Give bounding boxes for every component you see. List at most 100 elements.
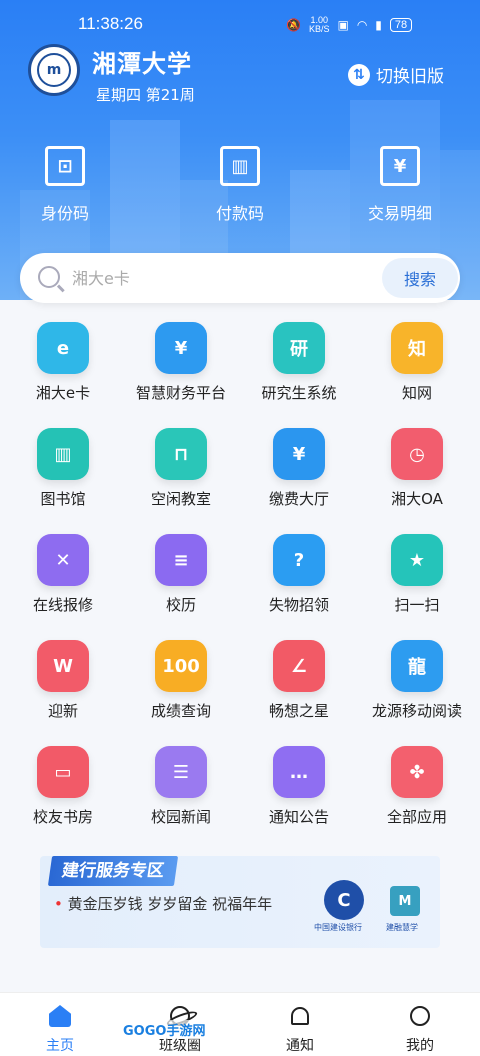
home-icon <box>47 1003 73 1029</box>
app-icon: ▭ <box>37 746 89 798</box>
app-label: 龙源移动阅读 <box>371 702 462 720</box>
app-icon: 龍 <box>391 640 443 692</box>
logo-emblem-icon: m <box>37 53 71 87</box>
app-label: 通知公告 <box>268 808 329 826</box>
app-item[interactable]: ∠ 畅想之星 <box>244 636 354 742</box>
app-icon: ⊓ <box>155 428 207 480</box>
partner-name: 建融慧学 <box>386 923 418 932</box>
app-icon: ? <box>273 534 325 586</box>
app-label: 全部应用 <box>386 808 447 826</box>
watermark: GOGO手游网 <box>120 1020 209 1039</box>
app-item[interactable]: ▭ 校友书房 <box>8 742 118 848</box>
app-item[interactable]: ≡ 校历 <box>126 530 236 636</box>
app-item[interactable]: ✕ 在线报修 <box>8 530 118 636</box>
quick-label: 身份码 <box>40 204 89 223</box>
app-item[interactable]: e 湘大e卡 <box>8 318 118 424</box>
app-item[interactable]: ¥ 智慧财务平台 <box>126 318 236 424</box>
ccb-banner[interactable]: 建行服务专区 • 黄金压岁钱 岁岁留金 祝福年年 C 中国建设银行 M 建融慧学 <box>40 856 440 948</box>
app-icon: ★ <box>391 534 443 586</box>
app-label: 失物招领 <box>268 596 329 614</box>
tab-label: 通知 <box>286 1038 314 1054</box>
app-icon: 研 <box>273 322 325 374</box>
app-icon: ☰ <box>155 746 207 798</box>
bullet-dot: • <box>54 895 68 913</box>
quick-id-code[interactable]: ⊡ 身份码 <box>10 146 120 224</box>
signal-icon: ▮ <box>375 18 382 32</box>
university-logo: m <box>28 44 80 96</box>
bell-icon <box>287 1003 313 1029</box>
app-label: 空闲教室 <box>150 490 211 508</box>
app-icon: 100 <box>155 640 207 692</box>
app-label: 校历 <box>165 596 196 614</box>
hd-icon: ▣ <box>337 18 349 32</box>
battery-icon: 78 <box>389 18 413 32</box>
app-icon: ✤ <box>391 746 443 798</box>
switch-version-button[interactable]: ⇅ 切换旧版 <box>348 62 444 87</box>
tab-label: 主页 <box>46 1038 74 1054</box>
banner-title: 建行服务专区 <box>47 856 179 886</box>
week-info: 星期四 第21周 <box>96 86 195 104</box>
status-bar: 11:38:26 🔕 1.00 KB/S ▣ ◠ ▮ 78 <box>0 14 480 42</box>
wifi-icon: ◠ <box>356 18 368 32</box>
university-name: 湘潭大学 <box>92 50 192 78</box>
app-item[interactable]: ☰ 校园新闻 <box>126 742 236 848</box>
search-icon <box>38 266 60 288</box>
app-icon: ∠ <box>273 640 325 692</box>
app-icon: … <box>273 746 325 798</box>
app-item[interactable]: ¥ 缴费大厅 <box>244 424 354 530</box>
app-item[interactable]: ▥ 图书馆 <box>8 424 118 530</box>
app-icon: ¥ <box>155 322 207 374</box>
partner-logo-icon: M <box>390 886 420 916</box>
app-grid: e 湘大e卡 ¥ 智慧财务平台研研究生系统知知网 ▥ 图书馆 ⊓ 空闲教室 ¥ 缴费大厅 ◷ 湘大OA… <box>0 318 480 848</box>
receipt-icon: ¥ <box>380 146 420 186</box>
app-item[interactable]: 龍龙源移动阅读 <box>362 636 472 742</box>
app-icon: ◷ <box>391 428 443 480</box>
ccb-bank-name: 中国建设银行 <box>314 923 362 932</box>
app-label: 在线报修 <box>32 596 93 614</box>
app-label: 湘大OA <box>391 490 443 508</box>
app-label: 研究生系统 <box>261 384 337 402</box>
app-icon: ¥ <box>273 428 325 480</box>
app-label: 迎新 <box>47 702 78 720</box>
app-label: 知网 <box>401 384 432 402</box>
app-label: 畅想之星 <box>268 702 329 720</box>
app-icon: ✕ <box>37 534 89 586</box>
quick-transactions[interactable]: ¥ 交易明细 <box>345 146 455 224</box>
app-item[interactable]: ◷ 湘大OA <box>362 424 472 530</box>
tab-label: 我的 <box>406 1038 434 1054</box>
app-item[interactable]: ⊓ 空闲教室 <box>126 424 236 530</box>
app-item[interactable]: W 迎新 <box>8 636 118 742</box>
tab-home[interactable]: 主页 <box>0 993 120 1056</box>
app-item[interactable]: 研研究生系统 <box>244 318 354 424</box>
app-icon: ≡ <box>155 534 207 586</box>
bottom-tab-bar: 主页 班级圈 通知 我的 <box>0 992 480 1056</box>
app-icon: 知 <box>391 322 443 374</box>
app-icon: ▥ <box>37 428 89 480</box>
switch-label: 切换旧版 <box>376 67 444 87</box>
app-icon: W <box>37 640 89 692</box>
app-label: 湘大e卡 <box>35 384 91 402</box>
person-icon <box>407 1003 433 1029</box>
search-bar: 搜索 <box>20 253 460 303</box>
app-label: 校友书房 <box>32 808 93 826</box>
app-item[interactable]: 100 成绩查询 <box>126 636 236 742</box>
app-item[interactable]: ★ 扫一扫 <box>362 530 472 636</box>
app-item[interactable]: … 通知公告 <box>244 742 354 848</box>
banner-text-content: 黄金压岁钱 岁岁留金 祝福年年 <box>67 895 273 913</box>
app-label: 智慧财务平台 <box>135 384 226 402</box>
app-item[interactable]: 知知网 <box>362 318 472 424</box>
app-item[interactable]: ? 失物招领 <box>244 530 354 636</box>
status-time: 11:38:26 <box>78 14 143 33</box>
tab-profile[interactable]: 我的 <box>360 993 480 1056</box>
search-input[interactable] <box>72 265 372 291</box>
app-label: 图书馆 <box>40 490 86 508</box>
quick-label: 付款码 <box>215 204 264 223</box>
search-button[interactable]: 搜索 <box>382 258 458 298</box>
app-item[interactable]: ✤ 全部应用 <box>362 742 472 848</box>
barcode-icon: ▥ <box>220 146 260 186</box>
quick-pay-code[interactable]: ▥ 付款码 <box>185 146 295 224</box>
status-icons: 🔕 1.00 KB/S ▣ ◠ ▮ 78 <box>286 16 413 34</box>
tab-notifications[interactable]: 通知 <box>240 993 360 1056</box>
app-label: 扫一扫 <box>394 596 440 614</box>
app-label: 缴费大厅 <box>268 490 329 508</box>
